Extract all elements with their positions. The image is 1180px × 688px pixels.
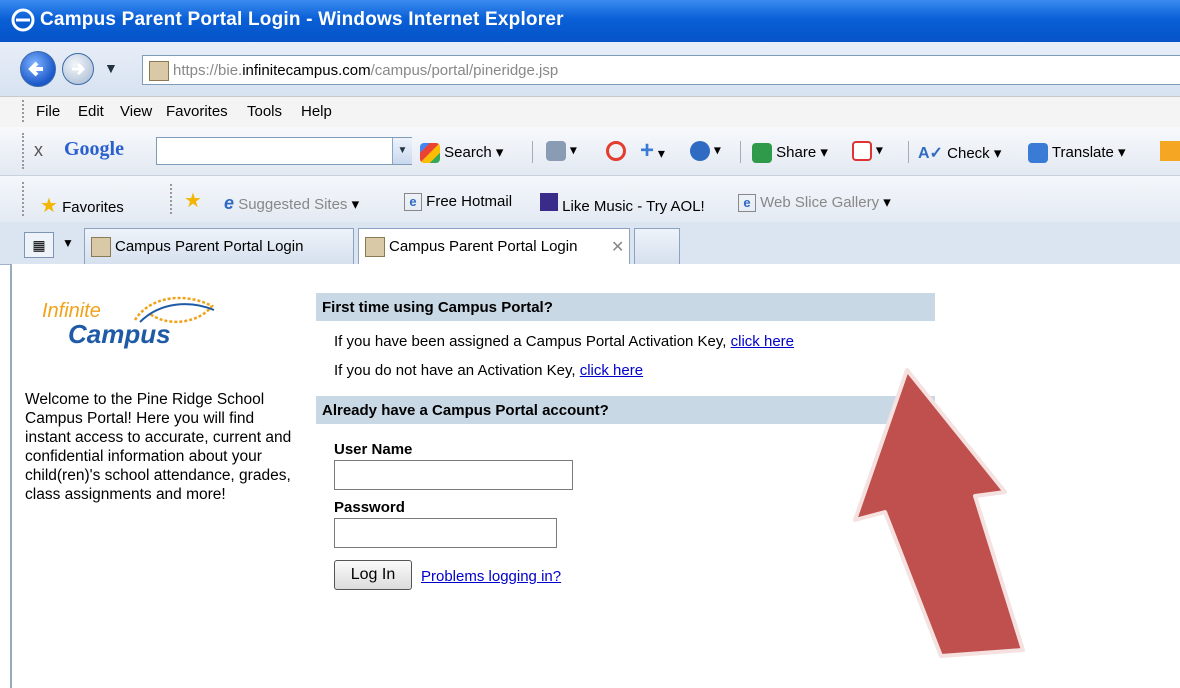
pencil-icon[interactable]: [1160, 141, 1180, 161]
back-button[interactable]: [20, 51, 56, 87]
separator: [740, 141, 741, 163]
ie-logo-icon: [11, 8, 35, 32]
activation-key-link[interactable]: click here: [731, 333, 794, 350]
web-slice-gallery-link[interactable]: e Web Slice Gallery ▾: [738, 193, 891, 212]
tab-list-dropdown-icon[interactable]: ▼: [62, 236, 74, 250]
menu-file[interactable]: File: [36, 103, 60, 120]
username-label: User Name: [334, 441, 413, 458]
login-button[interactable]: Log In: [334, 560, 412, 590]
popup-blocker-icon[interactable]: ▾: [852, 141, 883, 161]
problems-logging-in-link[interactable]: Problems logging in?: [421, 568, 561, 585]
translate-button[interactable]: Translate ▾: [1028, 143, 1126, 164]
separator: [908, 141, 909, 163]
first-time-header: First time using Campus Portal?: [316, 293, 935, 321]
site-favicon-icon: [365, 237, 385, 257]
google-search-button[interactable]: Search ▾: [420, 143, 503, 164]
close-toolbar-icon[interactable]: x: [34, 140, 43, 161]
share-button[interactable]: Share ▾: [752, 143, 828, 164]
share-icon: [752, 143, 772, 164]
no-activation-key-line: If you do not have an Activation Key, cl…: [334, 362, 644, 379]
swirl-icon[interactable]: [606, 141, 626, 161]
toolbar-grip: [22, 133, 24, 169]
tab-campus-portal-2[interactable]: Campus Parent Portal Login ✕: [358, 228, 630, 265]
free-hotmail-link[interactable]: e Free Hotmail: [404, 193, 512, 211]
back-arrow-icon: [28, 61, 43, 77]
site-favicon-icon: [91, 237, 111, 257]
ie-page-icon: e: [404, 193, 422, 211]
spell-check-icon: A✓: [918, 145, 943, 162]
annotation-arrow-icon: [853, 368, 1025, 658]
plus-icon[interactable]: + ▾: [640, 139, 665, 163]
ie-page-icon: e: [738, 194, 756, 212]
quick-tabs-icon[interactable]: ▦: [24, 232, 54, 258]
site-favicon-icon: [149, 61, 169, 81]
aol-music-icon: [540, 193, 558, 211]
close-tab-icon[interactable]: ✕: [611, 237, 624, 257]
suggested-sites-link[interactable]: e Suggested Sites ▾: [224, 193, 359, 214]
logo-swoosh-icon: [133, 296, 215, 323]
new-tab-button[interactable]: [634, 228, 680, 264]
star-icon: ★: [40, 195, 58, 217]
add-favorite-icon[interactable]: ★: [184, 188, 202, 213]
address-url: https://bie.infinitecampus.com/campus/po…: [173, 62, 559, 79]
separator: [532, 141, 533, 163]
password-field[interactable]: [334, 518, 557, 548]
menu-edit[interactable]: Edit: [78, 103, 104, 120]
forward-button[interactable]: [62, 53, 94, 85]
infinite-campus-logo: Infinite Campus: [42, 296, 215, 350]
welcome-text: Welcome to the Pine Ridge School Campus …: [25, 391, 292, 503]
dell-icon[interactable]: ▾: [690, 141, 721, 161]
menu-grip: [22, 100, 24, 122]
news-icon[interactable]: ▾: [546, 141, 577, 161]
google-search-icon: [420, 143, 440, 164]
window-title: Campus Parent Portal Login - Windows Int…: [40, 9, 564, 30]
menu-view[interactable]: View: [120, 103, 152, 120]
address-bar[interactable]: https://bie.infinitecampus.com/campus/po…: [142, 55, 1180, 85]
forward-arrow-icon: [72, 62, 86, 76]
favorites-button[interactable]: ★ Favorites: [40, 193, 124, 218]
password-label: Password: [334, 499, 405, 516]
no-activation-key-link[interactable]: click here: [580, 362, 643, 379]
tab-campus-portal-1[interactable]: Campus Parent Portal Login: [84, 228, 354, 264]
google-logo: Google: [64, 138, 124, 160]
menu-tools[interactable]: Tools: [247, 103, 282, 120]
google-search-input[interactable]: [156, 137, 412, 165]
menu-favorites[interactable]: Favorites: [166, 103, 228, 120]
menu-help[interactable]: Help: [301, 103, 332, 120]
window-title-bar: Campus Parent Portal Login - Windows Int…: [0, 0, 1180, 42]
ie-icon: e: [224, 193, 235, 213]
toolbar-grip: [22, 182, 24, 216]
google-search-dropdown-icon[interactable]: ▼: [392, 138, 412, 164]
spell-check-button[interactable]: A✓ Check ▾: [918, 143, 1001, 163]
like-music-link[interactable]: Like Music - Try AOL!: [540, 193, 705, 215]
activation-key-line: If you have been assigned a Campus Porta…: [334, 333, 794, 350]
recent-pages-dropdown-icon[interactable]: ▼: [104, 60, 118, 76]
separator: [170, 184, 172, 214]
translate-icon: [1028, 143, 1048, 164]
username-field[interactable]: [334, 460, 573, 490]
